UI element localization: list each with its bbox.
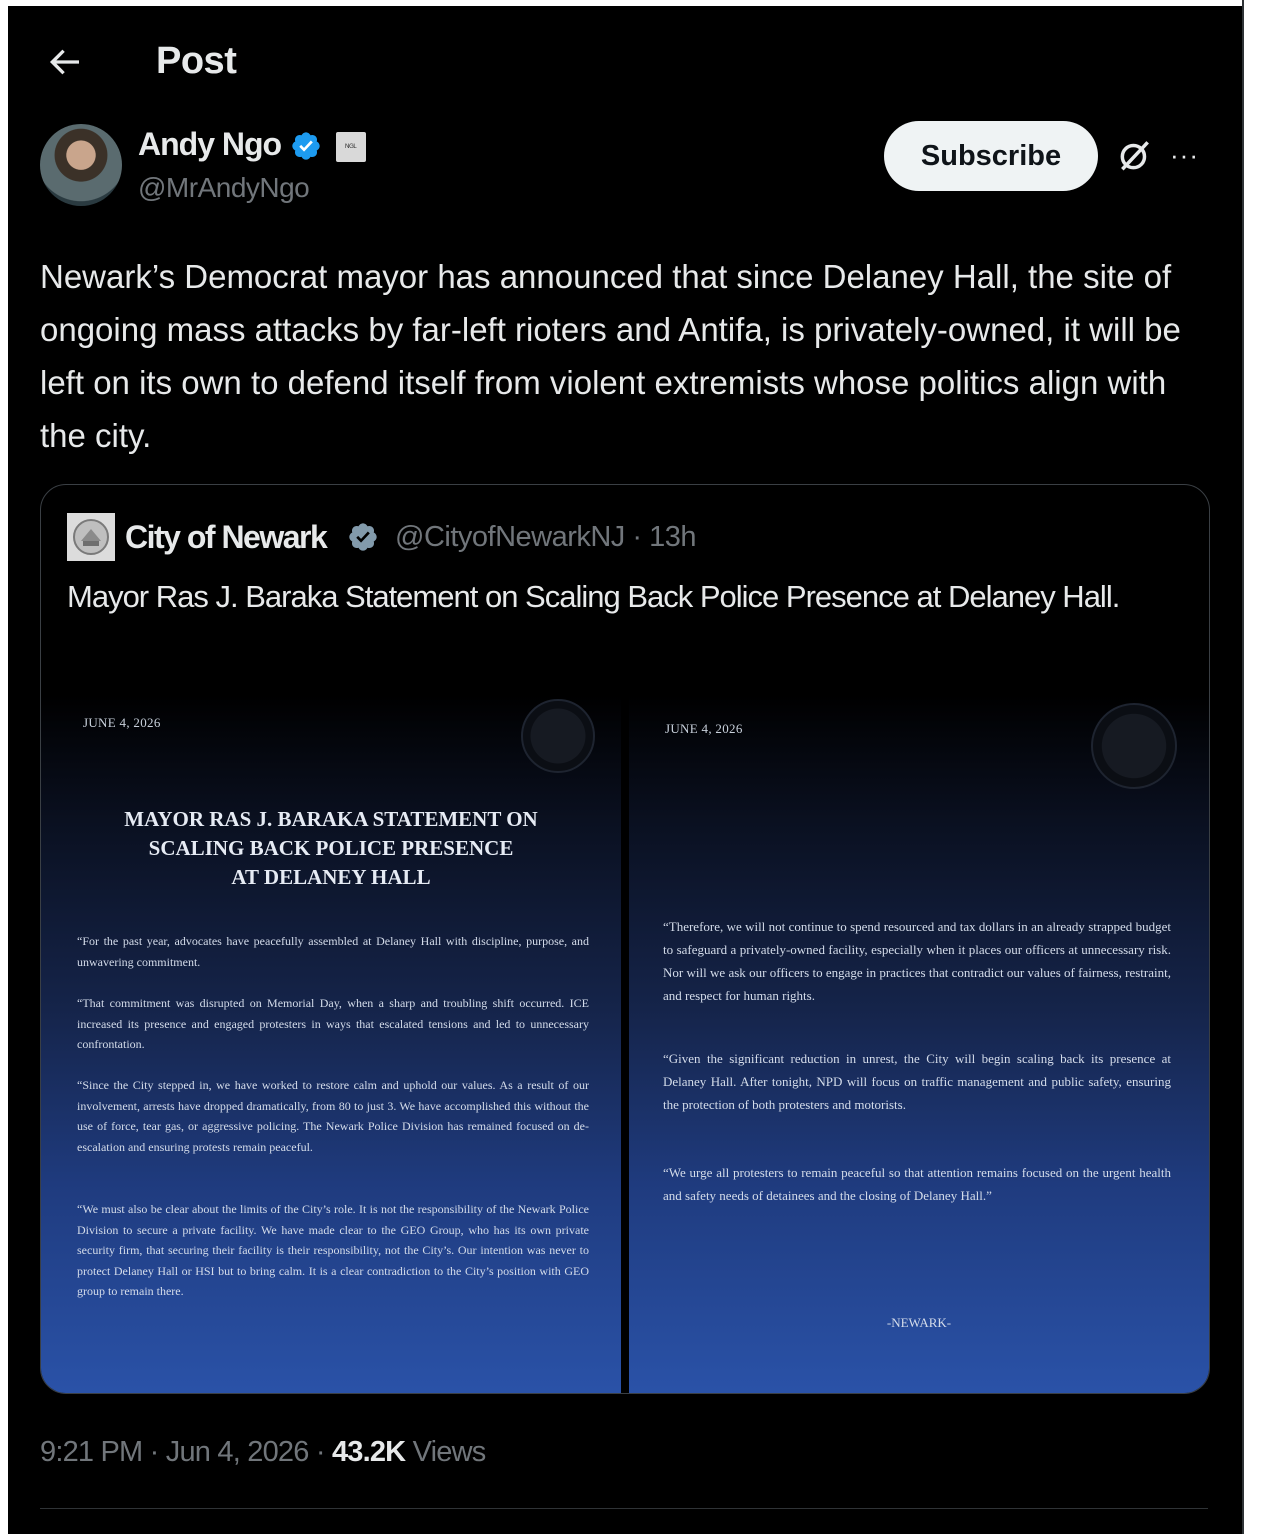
meta-separator: · [308, 1436, 332, 1468]
doc-title-line: MAYOR RAS J. BARAKA STATEMENT ON [124, 807, 538, 831]
city-seal-watermark-icon [521, 699, 595, 773]
more-icon[interactable]: ··· [1170, 140, 1199, 171]
subscribe-button[interactable]: Subscribe [884, 121, 1098, 191]
views-label: Views [405, 1436, 487, 1468]
statement-image-left[interactable]: JUNE 4, 2026 MAYOR RAS J. BARAKA STATEME… [41, 695, 621, 1393]
affiliate-badge-icon[interactable]: ᴺᴳᴸ [336, 132, 366, 162]
doc-paragraph: “We urge all protesters to remain peacef… [663, 1165, 1171, 1203]
quote-author-name[interactable]: City of Newark [125, 519, 328, 556]
divider [40, 1508, 1208, 1509]
quoted-post[interactable]: City of Newark @CityofNewarkNJ · 13h May… [40, 484, 1210, 1394]
views-count[interactable]: 43.2K [332, 1436, 406, 1468]
quote-avatar[interactable] [67, 513, 115, 561]
author-handle[interactable]: @MrAndyNgo [138, 172, 310, 204]
post-time[interactable]: 9:21 PM [40, 1436, 143, 1468]
post-meta: 9:21 PM · Jun 4, 2026 · 43.2K Views [40, 1436, 487, 1469]
page-title: Post [156, 40, 237, 82]
doc-paragraph: “That commitment was disrupted on Memori… [77, 996, 589, 1051]
post-text: Newark’s Democrat mayor has announced th… [40, 258, 1181, 454]
city-seal-icon [73, 519, 109, 555]
doc-paragraph: “Given the significant reduction in unre… [663, 1051, 1171, 1112]
meta-separator: · [142, 1436, 166, 1468]
grok-icon[interactable] [1116, 136, 1154, 174]
doc-date: JUNE 4, 2026 [83, 715, 161, 730]
back-arrow-icon[interactable] [44, 42, 84, 82]
column-border [1242, 0, 1244, 1534]
doc-paragraph: “We must also be clear about the limits … [77, 1202, 589, 1298]
avatar[interactable] [40, 124, 122, 206]
doc-date: JUNE 4, 2026 [665, 721, 743, 736]
statement-image-right[interactable]: JUNE 4, 2026 “Therefore, we will not con… [629, 695, 1209, 1393]
doc-title-line: SCALING BACK POLICE PRESENCE [148, 836, 514, 860]
doc-paragraph: “Therefore, we will not continue to spen… [663, 919, 1171, 1003]
post-page: Post Andy Ngo ᴺᴳᴸ @MrAndyNgo Subscribe ·… [8, 6, 1242, 1534]
author-name[interactable]: Andy Ngo [138, 126, 282, 163]
city-seal-watermark-icon [1091, 703, 1177, 789]
quote-text: Mayor Ras J. Baraka Statement on Scaling… [67, 579, 1120, 614]
verified-badge-icon[interactable] [290, 130, 322, 162]
post-date[interactable]: Jun 4, 2026 [166, 1436, 310, 1468]
quote-handle-time[interactable]: @CityofNewarkNJ · 13h [395, 521, 696, 554]
doc-title: MAYOR RAS J. BARAKA STATEMENT ON SCALING… [81, 805, 581, 892]
gray-verified-badge-icon[interactable] [347, 521, 379, 553]
doc-paragraph: “For the past year, advocates have peace… [77, 934, 589, 969]
doc-paragraph: “Since the City stepped in, we have work… [77, 1078, 589, 1154]
doc-footer: -NEWARK- [886, 1315, 952, 1330]
doc-title-line: AT DELANEY HALL [231, 865, 431, 889]
